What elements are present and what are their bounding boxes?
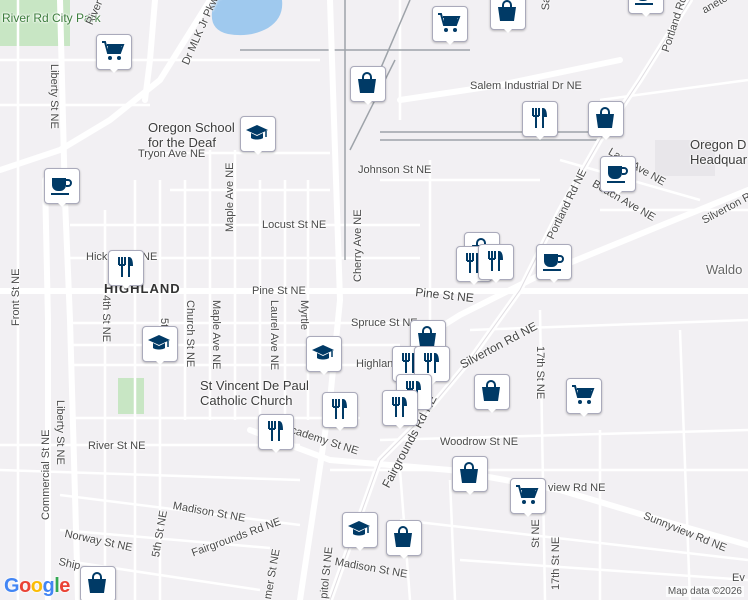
poi-pin-cart-4[interactable] <box>510 478 546 517</box>
cup-icon <box>635 0 653 5</box>
poi-pin-cafe-3[interactable] <box>536 244 572 283</box>
poi-pin-shopping-cart-1[interactable] <box>96 34 132 73</box>
poi-pin-cafe-1[interactable] <box>44 168 80 207</box>
label-johnson-st: Johnson St NE <box>358 164 432 176</box>
label-17th-st: 17th St NE <box>534 346 546 400</box>
poi-pin-restaurant-8[interactable] <box>322 392 358 431</box>
school-icon <box>348 521 370 536</box>
poi-pin-restaurant-9[interactable] <box>382 390 418 429</box>
poi-pin-bag-2[interactable] <box>350 66 386 105</box>
label-commercial-st: Commercial St NE <box>40 429 52 520</box>
label-maple-ave: Maple Ave NE <box>210 300 222 370</box>
label-church-st: Church St NE <box>184 300 196 368</box>
poi-pin-bag-6[interactable] <box>474 374 510 413</box>
poi-pin-restaurant-1[interactable] <box>522 101 558 140</box>
label-waldo: Waldo <box>706 262 743 277</box>
poi-pin-cafe-4[interactable] <box>628 0 664 17</box>
label-salem-industrial-dr: Salem Industrial Dr NE <box>470 80 582 92</box>
label-hickory-ne: NE <box>142 251 158 263</box>
fork-icon <box>392 397 407 417</box>
label-woodrow-st: Woodrow St NE <box>440 436 519 448</box>
bag-icon <box>596 107 614 128</box>
bag-icon <box>498 0 516 21</box>
label-laurel-ave: Laurel Ave NE <box>268 300 280 371</box>
cart-icon <box>438 13 461 32</box>
small-park-area <box>118 378 144 414</box>
label-cherry-ave: Cherry Ave NE <box>352 209 364 282</box>
label-oregon-dept-headquarters: Oregon D Headquar <box>690 137 748 167</box>
label-spruce-st: Spruce St NE <box>351 317 418 329</box>
google-logo[interactable]: Google <box>4 575 70 598</box>
bag-icon <box>88 572 106 593</box>
poi-pin-cart-2[interactable] <box>432 6 468 45</box>
label-sunnyview-rd: view Rd NE <box>548 482 606 494</box>
lake-water <box>210 0 283 36</box>
label-liberty-st-top: Liberty St NE <box>48 64 60 129</box>
bag-icon <box>394 526 412 547</box>
label-front-st: Front St NE <box>10 268 22 326</box>
fork-icon <box>424 353 439 373</box>
label-ev: Ev <box>732 572 745 584</box>
fork-icon <box>268 421 283 441</box>
poi-pin-bag-9[interactable] <box>80 566 116 600</box>
cup-icon <box>543 254 564 271</box>
label-st-ne: St NE <box>530 519 542 548</box>
poi-pin-cart-3[interactable] <box>566 378 602 417</box>
label-pine-st-left: Pine St NE <box>252 285 306 297</box>
poi-pin-school-3[interactable] <box>306 336 342 375</box>
school-icon <box>148 335 170 350</box>
label-tryon-ave: Tryon Ave NE <box>138 148 206 160</box>
bag-icon <box>482 380 500 401</box>
poi-pin-restaurant-4[interactable] <box>478 244 514 283</box>
bag-icon <box>358 72 376 93</box>
map-attribution[interactable]: Map data ©2026 <box>665 586 744 597</box>
cup-icon <box>51 178 72 195</box>
cart-icon <box>102 41 125 60</box>
poi-pin-bag-7[interactable] <box>452 456 488 495</box>
fork-icon <box>488 251 503 271</box>
label-highland-ave: Highlan <box>356 358 394 370</box>
fork-icon <box>118 257 133 277</box>
label-locust-st: Locust St NE <box>262 219 327 231</box>
label-maple-ave-top: Maple Ave NE <box>224 162 236 232</box>
label-17th-st-b: 17th St NE <box>550 536 562 590</box>
fork-icon <box>332 399 347 419</box>
label-myrtle: Myrtle <box>298 300 310 330</box>
map-canvas[interactable]: River Rd City Park Dr MLK Jr Pkwy River … <box>0 0 748 600</box>
poi-pin-restaurant-10[interactable] <box>258 414 294 453</box>
label-river-st: River St NE <box>88 440 146 452</box>
label-st-vincent-church: St Vincent De Paul Catholic Church <box>200 378 309 408</box>
poi-pin-bag-1[interactable] <box>490 0 526 33</box>
school-icon <box>246 125 268 140</box>
poi-pin-school-1[interactable] <box>240 116 276 155</box>
bag-icon <box>460 462 478 483</box>
cup-icon <box>607 166 628 183</box>
poi-pin-school-4[interactable] <box>342 512 378 551</box>
poi-pin-school-2[interactable] <box>142 326 178 365</box>
poi-pin-bag-3[interactable] <box>588 101 624 140</box>
poi-pin-restaurant-2[interactable] <box>108 250 144 289</box>
cart-icon <box>572 385 595 404</box>
cart-icon <box>516 485 539 504</box>
label-liberty-st: Liberty St NE <box>54 400 66 465</box>
poi-pin-cafe-2[interactable] <box>600 156 636 195</box>
school-icon <box>312 345 334 360</box>
label-hickory: Hick <box>86 251 108 263</box>
poi-pin-bag-8[interactable] <box>386 520 422 559</box>
label-4th-st: 4th St NE <box>100 295 112 343</box>
fork-icon <box>532 108 547 128</box>
